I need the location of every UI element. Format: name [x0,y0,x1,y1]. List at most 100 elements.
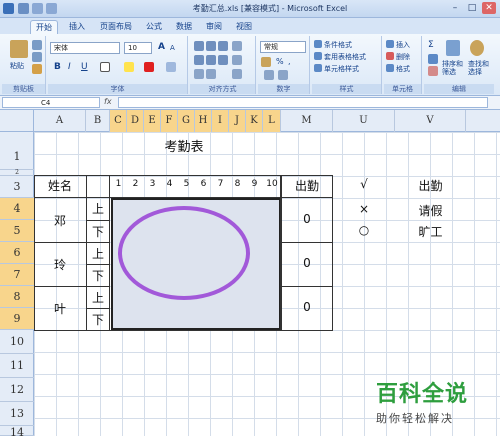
column-header[interactable]: V [395,110,466,132]
align-center-icon[interactable] [206,55,216,65]
format-as-table-button[interactable]: 套用表格格式 [324,52,366,62]
bold-button[interactable]: B [54,62,61,72]
row-header[interactable]: 14 [0,426,34,439]
insert-cells-button[interactable]: 插入 [396,40,410,50]
row-header[interactable]: 7 [0,264,34,286]
paste-button[interactable]: 粘贴 [10,61,24,71]
format-cells-icon[interactable] [386,64,394,72]
format-as-table-icon[interactable] [314,52,322,60]
row-header[interactable]: 8 [0,286,34,308]
row-header[interactable]: 10 [0,330,34,354]
align-top-icon[interactable] [194,41,204,51]
tab-formulas[interactable]: 公式 [142,20,166,34]
excel-logo-icon[interactable] [3,3,14,14]
format-cells-button[interactable]: 格式 [396,64,410,74]
indent-decrease-icon[interactable] [194,69,204,79]
name-box[interactable]: C4 [2,97,100,108]
percent-button[interactable]: % [276,57,284,66]
shrink-font-button[interactable]: A [170,44,175,52]
merge-center-icon[interactable] [232,69,242,79]
align-left-icon[interactable] [194,55,204,65]
copy-icon[interactable] [32,52,42,62]
tab-insert[interactable]: 插入 [64,20,90,34]
tab-data[interactable]: 数据 [172,20,196,34]
fx-icon[interactable]: fx [104,97,112,106]
conditional-format-button[interactable]: 条件格式 [324,40,352,50]
tab-review[interactable]: 审阅 [202,20,226,34]
clear-icon[interactable] [428,66,438,76]
format-painter-icon[interactable] [32,64,42,74]
column-header[interactable]: D [127,110,144,132]
column-header[interactable]: C [110,110,127,132]
tab-view[interactable]: 视图 [232,20,256,34]
comma-button[interactable]: , [288,57,291,66]
sort-filter-button[interactable]: 排序和筛选 [442,60,466,76]
phonetic-icon[interactable] [166,62,176,72]
delete-cells-icon[interactable] [386,52,394,60]
pm-label: 下 [91,313,104,327]
column-header[interactable]: J [229,110,246,132]
name-header: 姓名 [47,179,72,193]
align-middle-icon[interactable] [206,41,216,51]
cell-styles-icon[interactable] [314,64,322,72]
save-icon[interactable] [18,3,29,14]
row-header[interactable]: 4 [0,198,34,220]
row-header[interactable]: 12 [0,378,34,402]
redo-icon[interactable] [46,3,57,14]
undo-icon[interactable] [32,3,43,14]
column-header[interactable]: B [86,110,110,132]
row-header[interactable]: 6 [0,242,34,264]
fill-icon[interactable] [428,54,438,64]
column-header[interactable]: A [34,110,86,132]
grow-font-button[interactable]: A [158,42,165,52]
autosum-button[interactable]: Σ [428,40,434,50]
column-header[interactable]: I [212,110,229,132]
column-header[interactable]: H [195,110,212,132]
number-format-select[interactable]: 常规 [260,41,306,53]
find-select-icon[interactable] [470,40,484,56]
tab-home[interactable]: 开始 [30,20,58,34]
font-color-icon[interactable] [144,62,154,72]
orientation-icon[interactable] [232,41,242,51]
align-right-icon[interactable] [218,55,228,65]
underline-button[interactable]: U [81,62,88,72]
sort-filter-icon[interactable] [446,40,460,56]
wrap-text-icon[interactable] [232,55,242,65]
indent-increase-icon[interactable] [206,69,216,79]
column-header[interactable]: F [161,110,178,132]
italic-button[interactable]: I [68,62,71,72]
currency-icon[interactable] [261,57,271,67]
font-name-select[interactable]: 宋体 [50,42,120,54]
increase-decimal-icon[interactable] [264,70,274,80]
paste-icon[interactable] [10,40,28,58]
close-button[interactable]: ✕ [482,2,496,14]
select-all-corner[interactable] [0,110,34,132]
row-header[interactable]: 3 [0,176,34,198]
cut-icon[interactable] [32,40,42,50]
column-header[interactable]: K [246,110,263,132]
column-header[interactable]: L [263,110,281,132]
column-header[interactable]: E [144,110,161,132]
decrease-decimal-icon[interactable] [278,70,288,80]
minimize-button[interactable]: – [448,2,462,14]
column-header[interactable]: U [333,110,395,132]
formula-input[interactable] [118,97,488,108]
maximize-button[interactable]: □ [465,2,479,14]
row-header[interactable]: 1 [0,132,34,170]
conditional-format-icon[interactable] [314,40,322,48]
cell-styles-button[interactable]: 单元格样式 [324,64,359,74]
row-header[interactable]: 11 [0,354,34,378]
find-select-button[interactable]: 查找和选择 [468,60,492,76]
font-size-select[interactable]: 10 [124,42,152,54]
delete-cells-button[interactable]: 删除 [396,52,410,62]
align-bottom-icon[interactable] [218,41,228,51]
insert-cells-icon[interactable] [386,40,394,48]
row-header[interactable]: 5 [0,220,34,242]
border-icon[interactable] [100,62,110,72]
row-header[interactable]: 13 [0,402,34,426]
column-header[interactable]: M [281,110,333,132]
column-header[interactable]: G [178,110,195,132]
tab-page-layout[interactable]: 页面布局 [96,20,136,34]
fill-color-icon[interactable] [124,62,134,72]
row-header[interactable]: 9 [0,308,34,330]
